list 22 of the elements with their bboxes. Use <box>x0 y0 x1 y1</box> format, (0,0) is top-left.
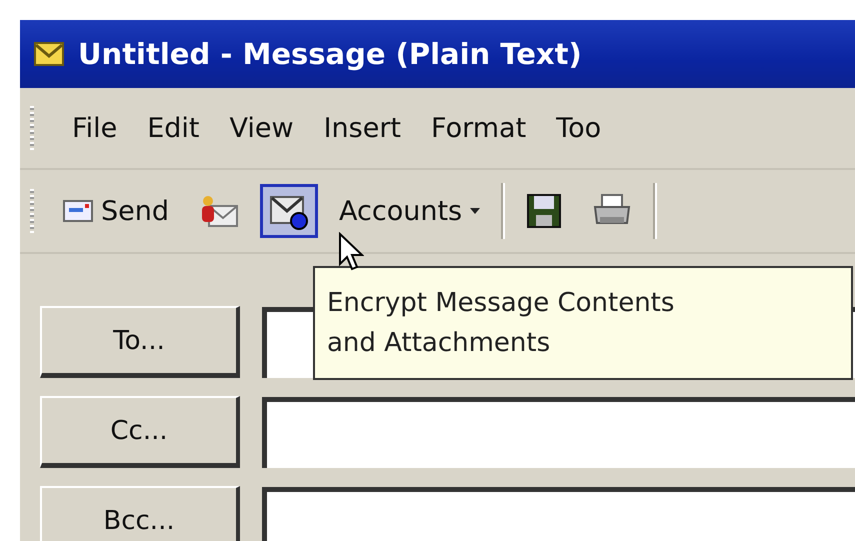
menu-item[interactable]: Edit <box>147 112 200 144</box>
address-button[interactable]: To... <box>40 306 240 378</box>
menu-item[interactable]: Too <box>556 112 602 144</box>
address-field[interactable] <box>262 486 855 541</box>
address-button[interactable]: Cc... <box>40 396 240 468</box>
menu-item[interactable]: File <box>72 112 118 144</box>
person-envelope-icon <box>199 194 240 228</box>
encrypt-button[interactable] <box>260 184 318 238</box>
address-button[interactable]: Bcc... <box>40 486 240 541</box>
menu-item[interactable]: Insert <box>324 112 402 144</box>
address-field[interactable] <box>262 396 855 468</box>
envelope-icon <box>34 42 64 66</box>
tooltip-text: and Attachments <box>327 327 552 360</box>
tooltip-text: Encrypt Message Contents <box>327 287 676 320</box>
dropdown-arrow-icon <box>470 208 480 214</box>
mouse-pointer-icon <box>338 232 364 272</box>
send-button[interactable]: Send <box>54 188 178 234</box>
envelope-icon <box>63 199 93 223</box>
menu-item[interactable]: View <box>229 112 294 144</box>
menu-item[interactable]: Format <box>431 112 526 144</box>
window-title: Untitled - Message (Plain Text) <box>78 37 582 71</box>
accounts-button[interactable]: Accounts <box>330 188 490 234</box>
